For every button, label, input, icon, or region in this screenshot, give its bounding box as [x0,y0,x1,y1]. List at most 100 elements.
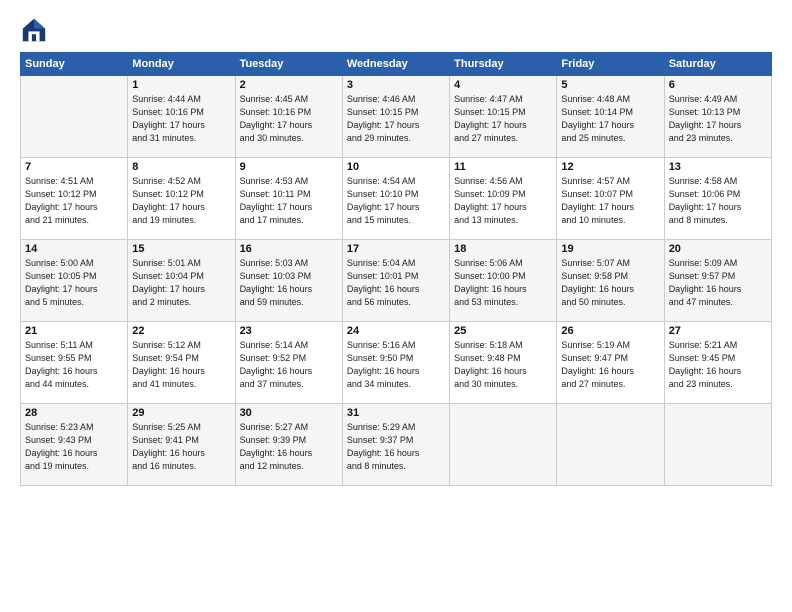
day-info: Sunrise: 5:29 AM Sunset: 9:37 PM Dayligh… [347,421,445,473]
day-info: Sunrise: 5:06 AM Sunset: 10:00 PM Daylig… [454,257,552,309]
day-cell: 24 Sunrise: 5:16 AM Sunset: 9:50 PM Dayli… [342,322,449,404]
day-info: Sunrise: 4:58 AM Sunset: 10:06 PM Daylig… [669,175,767,227]
day-number: 28 [25,407,123,419]
day-cell: 12 Sunrise: 4:57 AM Sunset: 10:07 PM Dayl… [557,158,664,240]
day-number: 7 [25,161,123,173]
calendar-table: SundayMondayTuesdayWednesdayThursdayFrid… [20,52,772,486]
day-number: 16 [240,243,338,255]
day-cell: 25 Sunrise: 5:18 AM Sunset: 9:48 PM Dayli… [450,322,557,404]
day-number: 27 [669,325,767,337]
day-number: 20 [669,243,767,255]
day-number: 30 [240,407,338,419]
day-cell: 10 Sunrise: 4:54 AM Sunset: 10:10 PM Dayl… [342,158,449,240]
day-info: Sunrise: 4:46 AM Sunset: 10:15 PM Daylig… [347,93,445,145]
day-cell: 27Sunrise: 5:21 AM Sunset: 9:45 PM Dayli… [664,322,771,404]
day-cell: 20 Sunrise: 5:09 AM Sunset: 9:57 PM Dayli… [664,240,771,322]
header [20,16,772,44]
day-info: Sunrise: 5:14 AM Sunset: 9:52 PM Dayligh… [240,339,338,391]
header-day-monday: Monday [128,53,235,76]
day-number: 22 [132,325,230,337]
day-info: Sunrise: 4:48 AM Sunset: 10:14 PM Daylig… [561,93,659,145]
day-info: Sunrise: 4:57 AM Sunset: 10:07 PM Daylig… [561,175,659,227]
day-number: 2 [240,79,338,91]
day-number: 23 [240,325,338,337]
day-info: Sunrise: 5:01 AM Sunset: 10:04 PM Daylig… [132,257,230,309]
day-number: 26 [561,325,659,337]
day-info: Sunrise: 4:54 AM Sunset: 10:10 PM Daylig… [347,175,445,227]
day-info: Sunrise: 5:16 AM Sunset: 9:50 PM Dayligh… [347,339,445,391]
header-day-thursday: Thursday [450,53,557,76]
week-row-2: 14 Sunrise: 5:00 AM Sunset: 10:05 PM Dayl… [21,240,772,322]
day-number: 12 [561,161,659,173]
day-cell: 31 Sunrise: 5:29 AM Sunset: 9:37 PM Dayli… [342,404,449,486]
day-cell: 28 Sunrise: 5:23 AM Sunset: 9:43 PM Dayli… [21,404,128,486]
day-number: 24 [347,325,445,337]
day-number: 18 [454,243,552,255]
week-row-3: 21 Sunrise: 5:11 AM Sunset: 9:55 PM Dayli… [21,322,772,404]
day-info: Sunrise: 4:56 AM Sunset: 10:09 PM Daylig… [454,175,552,227]
day-info: Sunrise: 5:03 AM Sunset: 10:03 PM Daylig… [240,257,338,309]
day-number: 10 [347,161,445,173]
day-number: 21 [25,325,123,337]
day-number: 19 [561,243,659,255]
header-day-saturday: Saturday [664,53,771,76]
day-number: 13 [669,161,767,173]
day-number: 11 [454,161,552,173]
header-day-tuesday: Tuesday [235,53,342,76]
day-cell [450,404,557,486]
day-cell: 29 Sunrise: 5:25 AM Sunset: 9:41 PM Dayli… [128,404,235,486]
day-info: Sunrise: 5:18 AM Sunset: 9:48 PM Dayligh… [454,339,552,391]
day-cell: 19 Sunrise: 5:07 AM Sunset: 9:58 PM Dayli… [557,240,664,322]
day-cell: 7Sunrise: 4:51 AM Sunset: 10:12 PM Dayli… [21,158,128,240]
week-row-0: 1Sunrise: 4:44 AM Sunset: 10:16 PM Dayli… [21,76,772,158]
day-number: 25 [454,325,552,337]
day-cell: 4Sunrise: 4:47 AM Sunset: 10:15 PM Dayli… [450,76,557,158]
day-info: Sunrise: 4:45 AM Sunset: 10:16 PM Daylig… [240,93,338,145]
day-cell: 23 Sunrise: 5:14 AM Sunset: 9:52 PM Dayli… [235,322,342,404]
day-info: Sunrise: 5:25 AM Sunset: 9:41 PM Dayligh… [132,421,230,473]
day-info: Sunrise: 5:23 AM Sunset: 9:43 PM Dayligh… [25,421,123,473]
day-info: Sunrise: 5:00 AM Sunset: 10:05 PM Daylig… [25,257,123,309]
day-number: 14 [25,243,123,255]
logo-icon [20,16,48,44]
day-info: Sunrise: 5:04 AM Sunset: 10:01 PM Daylig… [347,257,445,309]
day-info: Sunrise: 5:27 AM Sunset: 9:39 PM Dayligh… [240,421,338,473]
day-info: Sunrise: 5:09 AM Sunset: 9:57 PM Dayligh… [669,257,767,309]
day-cell: 2 Sunrise: 4:45 AM Sunset: 10:16 PM Dayli… [235,76,342,158]
day-cell: 9Sunrise: 4:53 AM Sunset: 10:11 PM Dayli… [235,158,342,240]
day-number: 9 [240,161,338,173]
header-day-sunday: Sunday [21,53,128,76]
week-row-1: 7Sunrise: 4:51 AM Sunset: 10:12 PM Dayli… [21,158,772,240]
day-cell: 3 Sunrise: 4:46 AM Sunset: 10:15 PM Dayli… [342,76,449,158]
day-number: 8 [132,161,230,173]
day-info: Sunrise: 5:07 AM Sunset: 9:58 PM Dayligh… [561,257,659,309]
day-number: 29 [132,407,230,419]
header-day-friday: Friday [557,53,664,76]
day-cell: 22 Sunrise: 5:12 AM Sunset: 9:54 PM Dayli… [128,322,235,404]
day-info: Sunrise: 5:11 AM Sunset: 9:55 PM Dayligh… [25,339,123,391]
day-info: Sunrise: 5:19 AM Sunset: 9:47 PM Dayligh… [561,339,659,391]
header-day-wednesday: Wednesday [342,53,449,76]
day-info: Sunrise: 5:12 AM Sunset: 9:54 PM Dayligh… [132,339,230,391]
day-cell: 8 Sunrise: 4:52 AM Sunset: 10:12 PM Dayli… [128,158,235,240]
day-cell: 30 Sunrise: 5:27 AM Sunset: 9:39 PM Dayli… [235,404,342,486]
day-number: 5 [561,79,659,91]
day-number: 17 [347,243,445,255]
day-cell [557,404,664,486]
day-info: Sunrise: 4:52 AM Sunset: 10:12 PM Daylig… [132,175,230,227]
day-cell: 15 Sunrise: 5:01 AM Sunset: 10:04 PM Dayl… [128,240,235,322]
week-row-4: 28 Sunrise: 5:23 AM Sunset: 9:43 PM Dayli… [21,404,772,486]
day-cell: 14 Sunrise: 5:00 AM Sunset: 10:05 PM Dayl… [21,240,128,322]
day-number: 31 [347,407,445,419]
day-number: 3 [347,79,445,91]
header-row: SundayMondayTuesdayWednesdayThursdayFrid… [21,53,772,76]
day-info: Sunrise: 4:44 AM Sunset: 10:16 PM Daylig… [132,93,230,145]
day-cell: 13 Sunrise: 4:58 AM Sunset: 10:06 PM Dayl… [664,158,771,240]
day-cell: 18 Sunrise: 5:06 AM Sunset: 10:00 PM Dayl… [450,240,557,322]
day-cell: 21 Sunrise: 5:11 AM Sunset: 9:55 PM Dayli… [21,322,128,404]
day-cell [664,404,771,486]
day-number: 15 [132,243,230,255]
page: SundayMondayTuesdayWednesdayThursdayFrid… [0,0,792,612]
day-cell: 11 Sunrise: 4:56 AM Sunset: 10:09 PM Dayl… [450,158,557,240]
day-info: Sunrise: 4:49 AM Sunset: 10:13 PM Daylig… [669,93,767,145]
